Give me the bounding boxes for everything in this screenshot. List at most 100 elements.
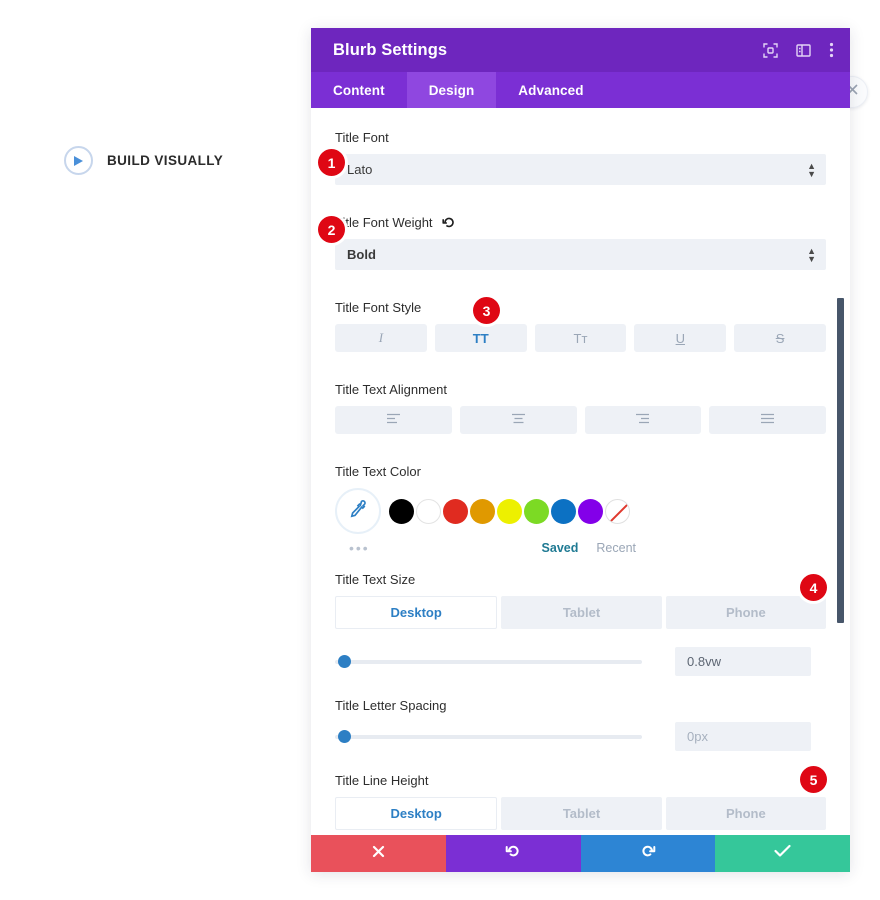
title-line-height-label: Title Line Height — [335, 773, 429, 788]
build-visually-label: BUILD VISUALLY — [107, 153, 224, 168]
header-icon-group — [763, 42, 834, 58]
device-tab-tablet[interactable]: Tablet — [501, 797, 662, 830]
annotation-badge-1: 1 — [318, 149, 345, 176]
title-font-select[interactable]: Lato ▲ ▼ — [335, 154, 826, 185]
vertical-dots-icon[interactable] — [829, 42, 834, 58]
swatch-yellow[interactable] — [497, 498, 522, 524]
tab-advanced[interactable]: Advanced — [496, 72, 605, 108]
tab-bar: Content Design Advanced — [311, 72, 850, 108]
field-title-text-size: Title Text Size Desktop Tablet Phone 0.8… — [335, 572, 826, 676]
save-button[interactable] — [715, 835, 850, 872]
field-title-font-weight: Title Font Weight Bold ▲ ▼ — [335, 215, 826, 270]
checkmark-icon — [774, 844, 791, 863]
annotation-badge-2: 2 — [318, 216, 345, 243]
title-font-weight-select[interactable]: Bold ▲ ▼ — [335, 239, 826, 270]
slider-knob[interactable] — [338, 654, 352, 668]
device-tab-desktop[interactable]: Desktop — [335, 596, 498, 629]
saved-colors-tab[interactable]: Saved — [542, 541, 579, 555]
title-letter-spacing-value[interactable]: 0px — [675, 722, 811, 751]
title-text-alignment-label: Title Text Alignment — [335, 382, 447, 397]
strikethrough-button[interactable]: S — [734, 324, 826, 352]
field-title-text-alignment: Title Text Alignment — [335, 382, 826, 434]
play-circle-icon — [64, 146, 93, 175]
swatch-green[interactable] — [524, 498, 549, 524]
title-text-color-label: Title Text Color — [335, 464, 421, 479]
title-text-size-slider[interactable] — [335, 654, 642, 668]
align-left-icon — [386, 411, 401, 429]
redo-button[interactable] — [580, 835, 716, 872]
uppercase-icon: TT — [472, 330, 489, 346]
align-right-button[interactable] — [584, 406, 702, 434]
title-text-size-device-tabs: Desktop Tablet Phone — [335, 596, 826, 629]
focus-icon[interactable] — [763, 42, 778, 58]
close-x-icon — [371, 844, 386, 864]
align-right-icon — [635, 411, 650, 429]
field-title-line-height: Title Line Height Desktop Tablet Phone 2… — [335, 773, 826, 835]
title-text-size-value[interactable]: 0.8vw — [675, 647, 811, 676]
align-justify-button[interactable] — [709, 406, 826, 434]
swatch-red[interactable] — [443, 498, 468, 524]
scrollbar-thumb[interactable] — [837, 298, 844, 623]
italic-icon: I — [378, 330, 384, 345]
small-caps-button[interactable]: Tᴛ — [534, 324, 627, 352]
redo-arrow-icon — [640, 843, 656, 864]
build-visually-button[interactable]: BUILD VISUALLY — [64, 146, 223, 175]
settings-scroll-area: Title Font Lato ▲ ▼ Title Font Weight Bo… — [311, 108, 850, 835]
annotation-badge-4: 4 — [800, 574, 827, 601]
title-font-weight-value: Bold — [347, 247, 376, 262]
title-letter-spacing-label: Title Letter Spacing — [335, 698, 447, 713]
font-style-button-group: I TT Tᴛ U S — [335, 324, 826, 352]
title-font-weight-text: Title Font Weight — [335, 215, 433, 230]
slider-track — [335, 659, 642, 664]
align-justify-icon — [760, 411, 775, 429]
underline-icon: U — [675, 330, 685, 346]
chevron-updown-icon: ▲ ▼ — [807, 245, 816, 264]
slider-knob[interactable] — [338, 729, 352, 743]
swatch-purple[interactable] — [578, 498, 603, 524]
underline-button[interactable]: U — [634, 324, 727, 352]
device-tab-tablet[interactable]: Tablet — [501, 596, 662, 629]
swatch-black[interactable] — [389, 498, 414, 524]
device-tab-phone[interactable]: Phone — [665, 596, 826, 629]
cancel-button[interactable] — [311, 835, 446, 872]
title-text-size-label: Title Text Size — [335, 572, 416, 587]
eyedropper-icon — [349, 499, 368, 523]
reset-arrow-icon[interactable] — [441, 216, 455, 229]
device-tab-phone[interactable]: Phone — [665, 797, 826, 830]
tab-design[interactable]: Design — [406, 72, 497, 108]
modal-header: Blurb Settings — [311, 28, 850, 72]
slider-track — [335, 734, 642, 739]
device-tab-desktop[interactable]: Desktop — [335, 797, 498, 830]
title-font-weight-label: Title Font Weight — [335, 215, 826, 230]
field-title-font: Title Font Lato ▲ ▼ — [335, 130, 826, 185]
title-line-height-device-tabs: Desktop Tablet Phone — [335, 797, 826, 830]
recent-colors-tab[interactable]: Recent — [596, 541, 636, 555]
align-left-button[interactable] — [335, 406, 452, 434]
undo-arrow-icon — [505, 843, 521, 864]
swatch-blue[interactable] — [551, 498, 576, 524]
undo-button[interactable] — [445, 835, 581, 872]
screen: BUILD VISUALLY Blurb Settings Content De… — [0, 0, 880, 900]
align-center-button[interactable] — [459, 406, 577, 434]
uppercase-button[interactable]: TT — [434, 324, 527, 352]
layout-columns-icon[interactable] — [796, 43, 811, 58]
title-text-size-slider-row: 0.8vw — [335, 647, 826, 676]
action-bar — [311, 835, 850, 872]
page-title: Blurb Settings — [333, 40, 448, 59]
strikethrough-icon: S — [775, 330, 785, 346]
swatch-white[interactable] — [416, 498, 441, 524]
tab-content[interactable]: Content — [311, 72, 407, 108]
italic-button[interactable]: I — [335, 324, 427, 352]
eyedropper-button[interactable] — [335, 488, 381, 534]
blurb-settings-modal: Blurb Settings Content Design Advanced T… — [311, 28, 850, 872]
swatch-none[interactable] — [605, 498, 630, 524]
align-center-icon — [511, 411, 526, 429]
more-colors-button[interactable]: ••• — [349, 540, 370, 556]
swatch-orange[interactable] — [470, 498, 495, 524]
scrollbar-track[interactable] — [837, 108, 847, 835]
field-title-letter-spacing: Title Letter Spacing 0px — [335, 698, 826, 751]
title-letter-spacing-slider[interactable] — [335, 729, 642, 743]
small-caps-icon: Tᴛ — [573, 330, 588, 346]
color-palette — [335, 488, 826, 534]
palette-footer: ••• Saved Recent — [335, 540, 826, 556]
